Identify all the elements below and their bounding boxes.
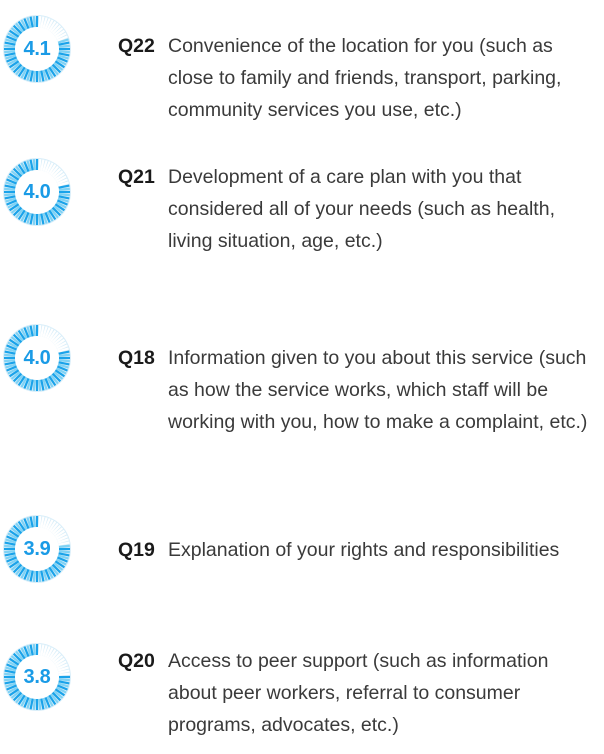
score-value: 4.1 bbox=[23, 37, 51, 60]
score-gauge: 4.1 bbox=[2, 14, 72, 84]
question-id: Q19 bbox=[118, 539, 155, 561]
question-text: Information given to you about this serv… bbox=[168, 347, 588, 433]
question-id: Q18 bbox=[118, 347, 155, 369]
score-gauge: 3.9 bbox=[2, 514, 72, 584]
question: Q19 Explanation of your rights and respo… bbox=[118, 534, 598, 566]
question: Q21 Development of a care plan with you … bbox=[118, 161, 598, 257]
question-id: Q21 bbox=[118, 166, 155, 188]
question-id: Q22 bbox=[118, 35, 155, 57]
question-text: Convenience of the location for you (suc… bbox=[168, 35, 562, 121]
score-value: 4.0 bbox=[23, 346, 51, 369]
question: Q22 Convenience of the location for you … bbox=[118, 30, 598, 126]
question-id: Q20 bbox=[118, 650, 155, 672]
question-text: Explanation of your rights and responsib… bbox=[168, 539, 560, 561]
score-gauge: 3.8 bbox=[2, 642, 72, 712]
score-gauge: 4.0 bbox=[2, 157, 72, 227]
question-text: Access to peer support (such as informat… bbox=[168, 650, 549, 736]
score-gauge: 4.0 bbox=[2, 323, 72, 393]
question: Q20 Access to peer support (such as info… bbox=[118, 645, 598, 741]
score-value: 4.0 bbox=[23, 180, 51, 203]
score-value: 3.9 bbox=[23, 537, 51, 560]
question-text: Development of a care plan with you that… bbox=[168, 166, 555, 252]
rating-list: 4.1 Q22 Convenience of the location for … bbox=[0, 0, 604, 754]
question: Q18 Information given to you about this … bbox=[118, 342, 598, 438]
score-value: 3.8 bbox=[23, 665, 51, 688]
